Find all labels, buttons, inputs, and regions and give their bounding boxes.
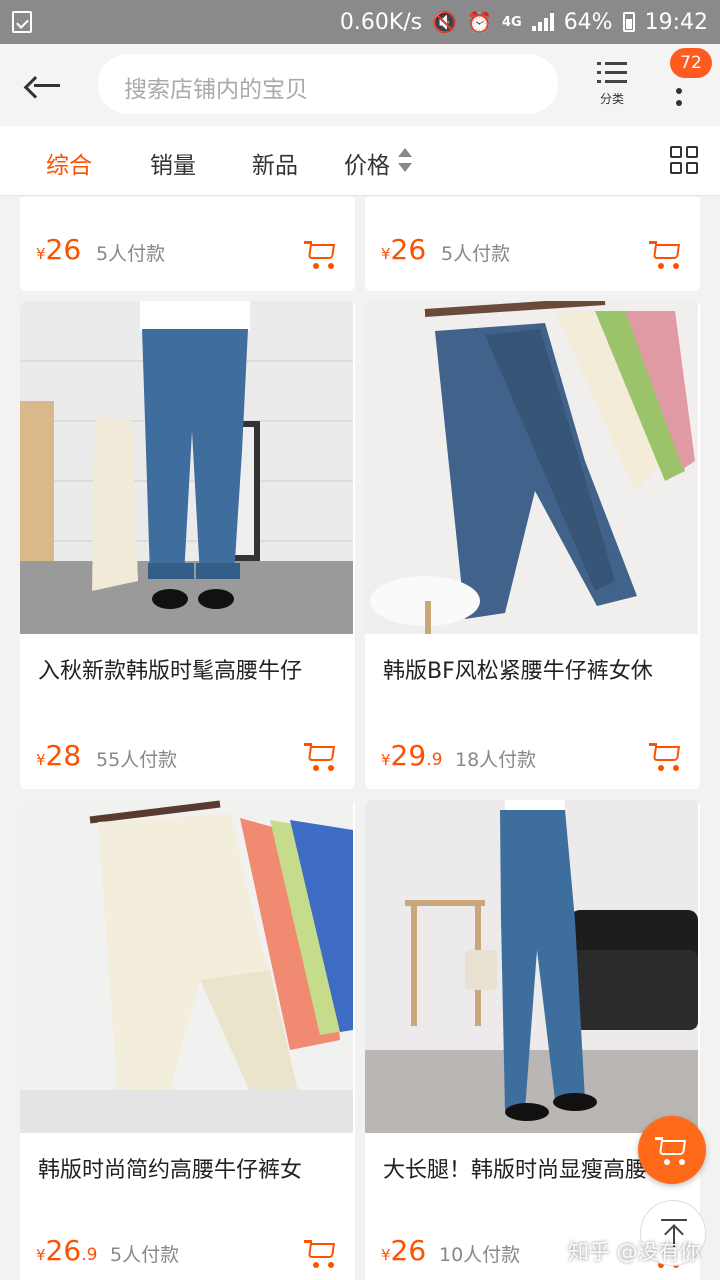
product-card[interactable]: ¥26 5人付款 xyxy=(20,197,355,291)
tab-price[interactable]: 价格 xyxy=(344,146,390,180)
product-price: ¥28 xyxy=(36,739,82,772)
notification-badge: 72 xyxy=(670,48,712,78)
search-input[interactable]: 搜索店铺内的宝贝 xyxy=(98,54,558,114)
product-sales: 55人付款 xyxy=(96,749,178,771)
product-title: 韩版BF风松紧腰牛仔裤女休 xyxy=(383,659,653,684)
product-grid: ¥26 5人付款 ¥26 5人付款 入秋新款韩版时髦高腰牛仔 ¥28 55人付款… xyxy=(0,197,720,1280)
product-title: 入秋新款韩版时髦高腰牛仔 xyxy=(38,659,303,684)
filter-bar: 综合 销量 新品 价格 xyxy=(0,126,720,196)
add-to-cart-icon[interactable] xyxy=(649,239,683,269)
product-price: ¥26.9 xyxy=(36,1234,98,1267)
top-bar: 搜索店铺内的宝贝 分类 72 xyxy=(0,44,720,126)
battery-icon xyxy=(622,12,635,32)
product-card[interactable]: ¥26 5人付款 xyxy=(365,197,700,291)
product-price: ¥29.9 xyxy=(381,739,443,772)
alarm-icon: ⏰ xyxy=(467,10,492,34)
signal-icon xyxy=(531,13,554,31)
sort-arrows-icon[interactable] xyxy=(398,148,412,174)
add-to-cart-icon[interactable] xyxy=(304,239,338,269)
product-price: ¥26 xyxy=(381,1234,427,1267)
product-image[interactable] xyxy=(365,800,698,1133)
product-card[interactable]: 入秋新款韩版时髦高腰牛仔 ¥28 55人付款 xyxy=(20,301,355,789)
category-list-icon xyxy=(597,62,627,84)
task-check-icon xyxy=(12,11,32,33)
add-to-cart-icon[interactable] xyxy=(649,741,683,771)
product-sales: 5人付款 xyxy=(441,243,511,265)
product-card[interactable]: 韩版时尚简约高腰牛仔裤女 ¥26.9 5人付款 xyxy=(20,800,355,1280)
grid-view-icon[interactable] xyxy=(670,146,700,176)
product-image[interactable] xyxy=(20,800,353,1133)
network-type: 4G xyxy=(501,14,522,30)
product-sales: 5人付款 xyxy=(110,1244,180,1266)
watermark: 知乎 @没有你 xyxy=(568,1240,701,1264)
tab-sales[interactable]: 销量 xyxy=(150,146,196,180)
tab-new[interactable]: 新品 xyxy=(252,146,298,180)
product-sales: 18人付款 xyxy=(455,749,537,771)
product-image[interactable] xyxy=(365,301,698,634)
product-card[interactable]: 韩版BF风松紧腰牛仔裤女休 ¥29.9 18人付款 xyxy=(365,301,700,789)
tab-comprehensive[interactable]: 综合 xyxy=(46,146,92,180)
product-image[interactable] xyxy=(20,301,353,634)
product-sales: 5人付款 xyxy=(96,243,166,265)
product-title: 韩版时尚简约高腰牛仔裤女 xyxy=(38,1158,303,1183)
product-sales: 10人付款 xyxy=(439,1244,521,1266)
product-price: ¥26 xyxy=(381,233,427,266)
floating-cart-button[interactable] xyxy=(638,1116,706,1184)
category-label: 分类 xyxy=(599,92,624,106)
network-speed: 0.60K/s xyxy=(339,9,423,35)
back-arrow-icon[interactable] xyxy=(23,66,66,104)
search-placeholder: 搜索店铺内的宝贝 xyxy=(124,77,308,103)
cart-icon xyxy=(655,1135,689,1165)
status-right: 0.60K/s 🔇 ⏰ 4G 64% 19:42 xyxy=(340,0,708,44)
category-button[interactable]: 分类 xyxy=(590,62,634,112)
product-price: ¥26 xyxy=(36,233,82,266)
mute-icon: 🔇 xyxy=(432,10,458,34)
status-bar: 0.60K/s 🔇 ⏰ 4G 64% 19:42 xyxy=(0,0,720,44)
clock: 19:42 xyxy=(644,9,708,35)
battery-level: 64% xyxy=(563,9,613,35)
add-to-cart-icon[interactable] xyxy=(304,1238,338,1268)
add-to-cart-icon[interactable] xyxy=(304,741,338,771)
